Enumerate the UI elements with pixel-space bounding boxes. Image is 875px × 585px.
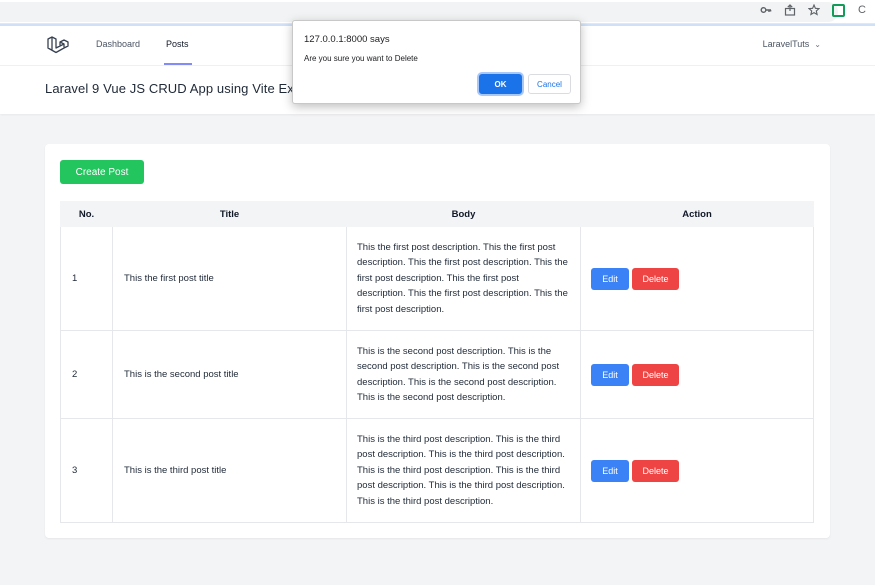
extension-icon[interactable] (831, 3, 845, 17)
column-header-no: No. (60, 201, 113, 227)
post-body: This is the second post description. Thi… (346, 330, 581, 419)
confirm-dialog: 127.0.0.1:8000 says Are you sure you wan… (292, 20, 581, 104)
star-icon[interactable] (807, 3, 821, 17)
user-name: LaravelTuts (762, 39, 810, 49)
table-header-row: No. Title Body Action (60, 201, 814, 227)
address-bar[interactable] (0, 2, 838, 22)
edit-button[interactable]: Edit (591, 267, 629, 290)
delete-button[interactable]: Delete (632, 459, 679, 482)
post-title: This is the second post title (112, 330, 347, 419)
dialog-message: Are you sure you want to Delete (304, 54, 418, 63)
ok-button[interactable]: OK (479, 74, 522, 94)
table-row: 2 This is the second post title This is … (60, 330, 814, 419)
table-row: 3 This is the third post title This is t… (60, 418, 814, 523)
post-title: This the first post title (112, 226, 347, 331)
page-title: Laravel 9 Vue JS CRUD App using Vite Exa (45, 81, 302, 96)
row-actions: Edit Delete (580, 330, 814, 419)
posts-card: Create Post No. Title Body Action 1 This… (45, 144, 830, 538)
create-post-button[interactable]: Create Post (60, 160, 144, 184)
profile-icon[interactable]: C (855, 3, 869, 17)
post-body: This the first post description. This th… (346, 226, 581, 331)
edit-button[interactable]: Edit (591, 363, 629, 386)
share-icon[interactable] (783, 3, 797, 17)
delete-button[interactable]: Delete (632, 267, 679, 290)
table-row: 1 This the first post title This the fir… (60, 226, 814, 331)
column-header-action: Action (580, 201, 814, 227)
post-body: This is the third post description. This… (346, 418, 581, 523)
laravel-logo-icon[interactable] (45, 34, 69, 58)
user-menu[interactable]: LaravelTuts ⌄ (763, 39, 821, 49)
nav-dashboard[interactable]: Dashboard (96, 39, 140, 49)
browser-actions: C (759, 3, 875, 17)
delete-button[interactable]: Delete (632, 363, 679, 386)
row-actions: Edit Delete (580, 418, 814, 523)
chevron-down-icon: ⌄ (814, 39, 821, 49)
row-number: 3 (60, 418, 113, 523)
post-title: This is the third post title (112, 418, 347, 523)
nav-active-indicator (164, 63, 192, 65)
cancel-button[interactable]: Cancel (528, 74, 571, 94)
key-icon[interactable] (759, 3, 773, 17)
row-number: 1 (60, 226, 113, 331)
column-header-body: Body (346, 201, 581, 227)
posts-table: No. Title Body Action 1 This the first p… (60, 201, 814, 523)
edit-button[interactable]: Edit (591, 459, 629, 482)
dialog-origin: 127.0.0.1:8000 says (304, 34, 390, 45)
column-header-title: Title (112, 201, 347, 227)
row-actions: Edit Delete (580, 226, 814, 331)
nav-posts[interactable]: Posts (166, 39, 189, 49)
row-number: 2 (60, 330, 113, 419)
